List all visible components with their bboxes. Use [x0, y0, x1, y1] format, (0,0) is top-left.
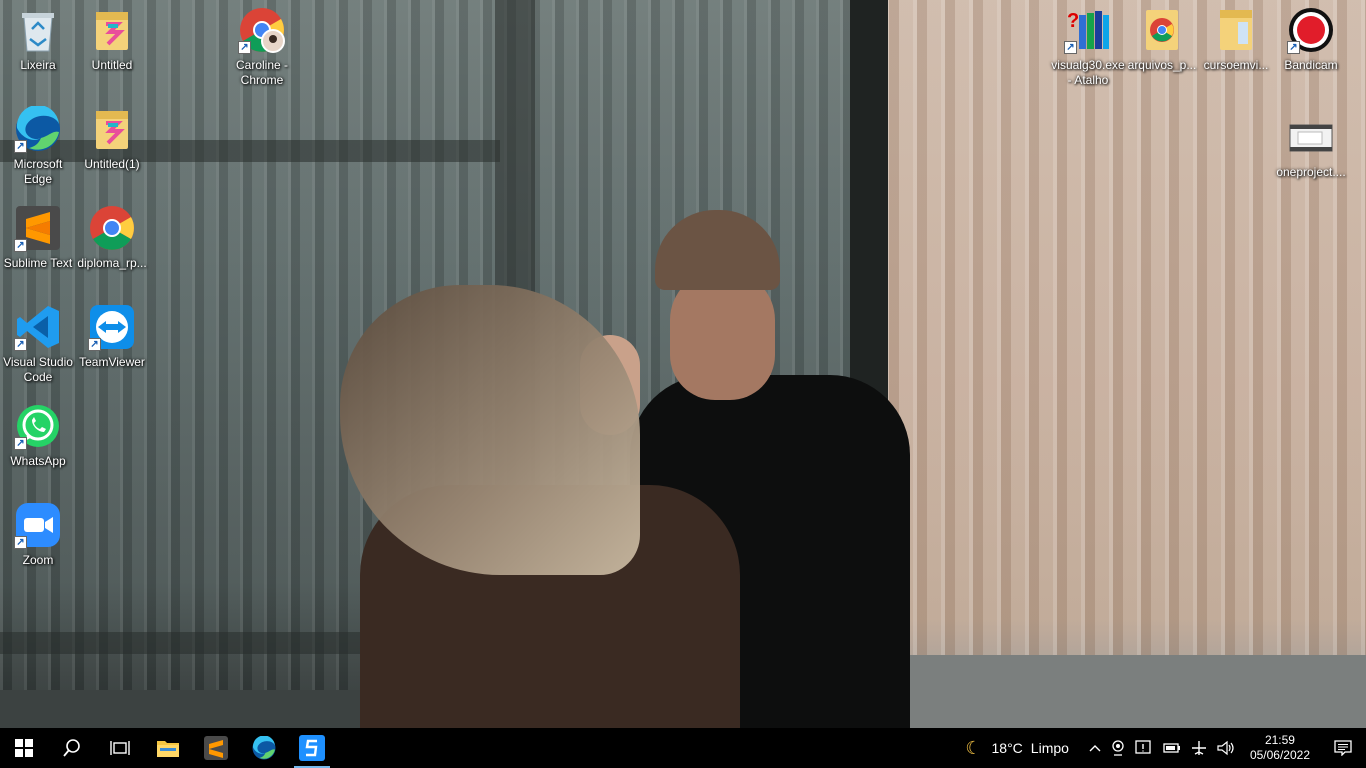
chrome-icon [1138, 6, 1186, 54]
shortcut-arrow-icon: ↗ [88, 338, 101, 351]
desktop-icon-microsoft-edge[interactable]: ↗ Microsoft Edge [0, 105, 76, 187]
sublime-text-button[interactable] [192, 728, 240, 768]
desktop-icon-untitled[interactable]: Untitled [74, 6, 150, 73]
clock-time: 21:59 [1264, 733, 1295, 747]
tray-airplane[interactable] [1186, 728, 1212, 768]
windows-logo-icon [15, 739, 33, 757]
chrome-icon [88, 204, 136, 252]
shortcut-arrow-icon: ↗ [1287, 41, 1300, 54]
clock[interactable]: 21:59 05/06/2022 [1240, 733, 1320, 763]
folder-icon [157, 741, 179, 757]
chrome-profile-icon: ↗ [238, 6, 286, 54]
file-explorer-button[interactable] [144, 728, 192, 768]
desktop-icon-zoom[interactable]: ↗ Zoom [0, 501, 76, 568]
volume-icon [1217, 740, 1234, 756]
wallpaper-woman [340, 285, 750, 728]
tray-security[interactable] [1130, 728, 1158, 768]
zoom-icon: ↗ [14, 501, 62, 549]
show-hidden-icons-button[interactable] [1084, 728, 1106, 768]
desktop-icon-teamviewer[interactable]: ↗ TeamViewer [74, 303, 150, 370]
shortcut-arrow-icon: ↗ [14, 338, 27, 351]
desktop-icon-sublime-text[interactable]: ↗ Sublime Text [0, 204, 76, 271]
shortcut-arrow-icon: ↗ [14, 437, 27, 450]
folder-icon [88, 105, 136, 153]
desktop-icon-oneproject[interactable]: oneproject.... [1273, 113, 1349, 180]
visualg-icon: ? ↗ [1064, 6, 1112, 54]
shield-alert-icon [1135, 740, 1151, 754]
moon-icon: ☾ [965, 737, 982, 758]
desktop-wallpaper [0, 0, 1366, 728]
shortcut-arrow-icon: ↗ [238, 41, 251, 54]
search-icon [63, 739, 80, 757]
video-file-icon [1287, 113, 1335, 161]
weather-condition: Limpo [1030, 740, 1069, 756]
airplane-mode-icon [1191, 741, 1206, 755]
whatsapp-icon: ↗ [14, 402, 62, 450]
desktop-icon-cursoemvideo[interactable]: cursoemvi... [1198, 6, 1274, 73]
start-button[interactable] [0, 728, 48, 768]
edge-button[interactable] [240, 728, 288, 768]
shortcut-arrow-icon: ↗ [14, 239, 27, 252]
folder-icon [88, 6, 136, 54]
desktop-icon-untitled-1[interactable]: Untitled(1) [74, 105, 150, 172]
battery-icon [1163, 743, 1180, 753]
shortcut-arrow-icon: ↗ [14, 536, 27, 549]
vscode-icon: ↗ [14, 303, 62, 351]
folder-icon [1212, 6, 1260, 54]
weather-temp: 18°C [991, 740, 1023, 756]
sublime-text-icon: ↗ [14, 204, 62, 252]
desktop-icon-arquivos[interactable]: arquivos_p... [1124, 6, 1200, 73]
teamviewer-icon: ↗ [88, 303, 136, 351]
tray-battery[interactable] [1158, 728, 1186, 768]
system-tray: ☾ 18°C Limpo 21:59 05/06/2022 [960, 728, 1366, 768]
desktop-icon-visualg[interactable]: ? ↗ visualg30.exe - Atalho [1050, 6, 1126, 88]
shortcut-arrow-icon: ↗ [14, 140, 27, 153]
shortcut-arrow-icon: ↗ [1064, 41, 1077, 54]
snipping-app-button[interactable] [288, 728, 336, 768]
recycle-bin-icon [14, 6, 62, 54]
sublime-text-icon [204, 736, 228, 760]
bandicam-icon: ↗ [1287, 6, 1335, 54]
edge-icon [252, 736, 276, 760]
tray-webcam[interactable] [1106, 728, 1130, 768]
action-center-icon [1334, 740, 1352, 756]
notifications-button[interactable] [1320, 728, 1366, 768]
taskbar: ☾ 18°C Limpo 21:59 05/06/2022 [0, 728, 1366, 768]
weather-widget[interactable]: ☾ 18°C Limpo [960, 728, 1084, 768]
desktop-icon-whatsapp[interactable]: ↗ WhatsApp [0, 402, 76, 469]
app-s-icon [299, 735, 325, 761]
clock-date: 05/06/2022 [1249, 748, 1310, 762]
chevron-up-icon [1089, 745, 1101, 752]
task-view-button[interactable] [96, 728, 144, 768]
edge-icon: ↗ [14, 105, 62, 153]
desktop-icon-vscode[interactable]: ↗ Visual Studio Code [0, 303, 76, 385]
desktop-icon-diploma[interactable]: diploma_rp... [74, 204, 150, 271]
tray-volume[interactable] [1212, 728, 1240, 768]
task-view-icon [110, 741, 130, 755]
search-button[interactable] [48, 728, 96, 768]
desktop-icon-caroline-chrome[interactable]: ↗ Caroline - Chrome [224, 6, 300, 88]
desktop-icon-bandicam[interactable]: ↗ Bandicam [1273, 6, 1349, 73]
webcam-icon [1112, 740, 1124, 756]
desktop-icon-lixeira[interactable]: Lixeira [0, 6, 76, 73]
svg-text:?: ? [1067, 10, 1079, 32]
